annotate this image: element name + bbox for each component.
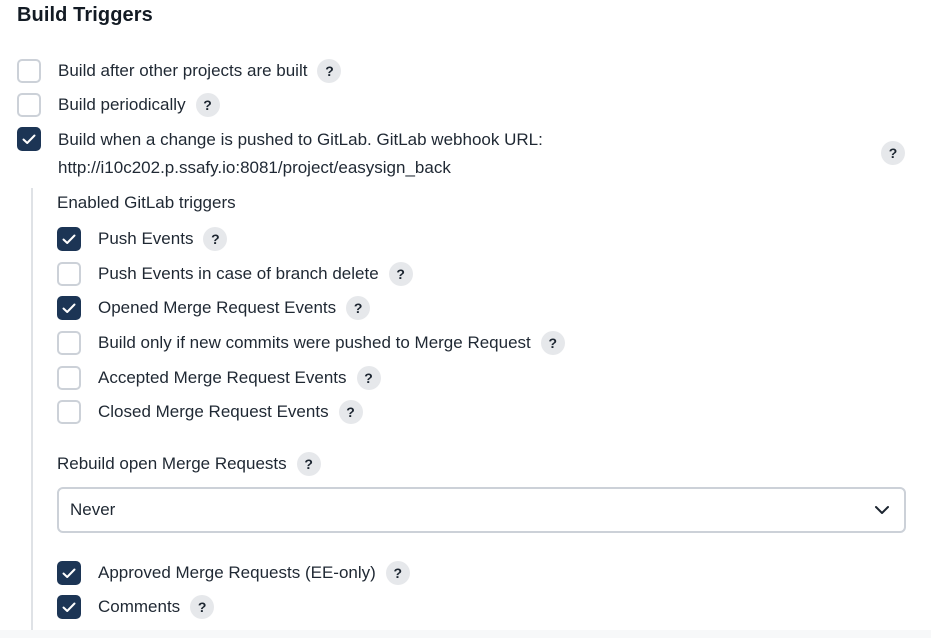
help-icon[interactable]: ?: [540, 331, 565, 355]
section-title: Build Triggers: [17, 4, 153, 26]
help-icon[interactable]: ?: [203, 227, 228, 251]
build-only-new-commits-checkbox[interactable]: [57, 331, 81, 355]
enabled-trigger-row: Push Events ?: [57, 225, 228, 253]
rebuild-open-merge-requests-select[interactable]: Never: [57, 487, 906, 533]
rebuild-open-merge-requests-label: Rebuild open Merge Requests: [57, 454, 287, 473]
gitlab-webhook-url: http://i10c202.p.ssafy.io:8081/project/e…: [58, 158, 451, 177]
checkmark-icon: [62, 303, 76, 313]
opened-merge-request-events-checkbox[interactable]: [57, 296, 81, 320]
build-periodically-label: Build periodically: [58, 95, 186, 114]
checkmark-icon: [62, 602, 76, 612]
comments-label: Comments: [98, 597, 181, 616]
bottom-edge: [0, 630, 931, 638]
enabled-trigger-row: Opened Merge Request Events ?: [57, 294, 371, 322]
checkmark-icon: [22, 134, 36, 144]
help-icon[interactable]: ?: [385, 561, 410, 585]
checkmark-icon: [62, 234, 76, 244]
build-after-other-projects-label: Build after other projects are built: [58, 61, 308, 80]
enabled-trigger-row: Build only if new commits were pushed to…: [57, 329, 565, 357]
rebuild-selected-value: Never: [70, 500, 116, 519]
build-after-other-projects-checkbox[interactable]: [17, 59, 41, 83]
closed-merge-request-events-checkbox[interactable]: [57, 400, 81, 424]
accepted-merge-request-events-checkbox[interactable]: [57, 366, 81, 390]
push-events-branch-delete-checkbox[interactable]: [57, 262, 81, 286]
chevron-down-icon: [875, 506, 889, 514]
help-icon[interactable]: ?: [195, 93, 220, 117]
build-periodically-checkbox[interactable]: [17, 93, 41, 117]
enabled-triggers-heading: Enabled GitLab triggers: [57, 193, 236, 212]
trigger-row-after-other-projects: Build after other projects are built ?: [17, 57, 342, 85]
enabled-trigger-row: Push Events in case of branch delete ?: [57, 260, 413, 288]
nested-options-divider: [31, 188, 33, 638]
help-icon[interactable]: ?: [317, 59, 342, 83]
extra-option-row: Comments ?: [57, 593, 215, 621]
build-on-gitlab-push-label: Build when a change is pushed to GitLab.…: [58, 126, 543, 182]
approved-merge-requests-checkbox[interactable]: [57, 561, 81, 585]
extra-option-row: Approved Merge Requests (EE-only) ?: [57, 559, 410, 587]
enabled-trigger-row: Closed Merge Request Events ?: [57, 398, 363, 426]
help-icon[interactable]: ?: [190, 595, 215, 619]
gitlab-trigger-text: Build when a change is pushed to GitLab.…: [58, 130, 543, 149]
build-on-gitlab-push-checkbox[interactable]: [17, 127, 41, 151]
push-events-branch-delete-label: Push Events in case of branch delete: [98, 264, 379, 283]
comments-checkbox[interactable]: [57, 595, 81, 619]
help-icon[interactable]: ?: [296, 452, 321, 476]
push-events-label: Push Events: [98, 229, 194, 248]
help-icon[interactable]: ?: [338, 400, 363, 424]
help-icon[interactable]: ?: [881, 141, 905, 165]
help-icon[interactable]: ?: [356, 366, 381, 390]
push-events-checkbox[interactable]: [57, 227, 81, 251]
help-icon[interactable]: ?: [346, 296, 371, 320]
closed-merge-request-events-label: Closed Merge Request Events: [98, 402, 329, 421]
rebuild-label-row: Rebuild open Merge Requests ?: [57, 450, 321, 478]
trigger-row-periodically: Build periodically ?: [17, 91, 220, 119]
checkmark-icon: [62, 568, 76, 578]
approved-merge-requests-label: Approved Merge Requests (EE-only): [98, 563, 376, 582]
opened-merge-request-events-label: Opened Merge Request Events: [98, 298, 337, 317]
help-icon[interactable]: ?: [388, 262, 413, 286]
accepted-merge-request-events-label: Accepted Merge Request Events: [98, 368, 347, 387]
build-only-new-commits-label: Build only if new commits were pushed to…: [98, 333, 531, 352]
enabled-trigger-row: Accepted Merge Request Events ?: [57, 364, 381, 392]
